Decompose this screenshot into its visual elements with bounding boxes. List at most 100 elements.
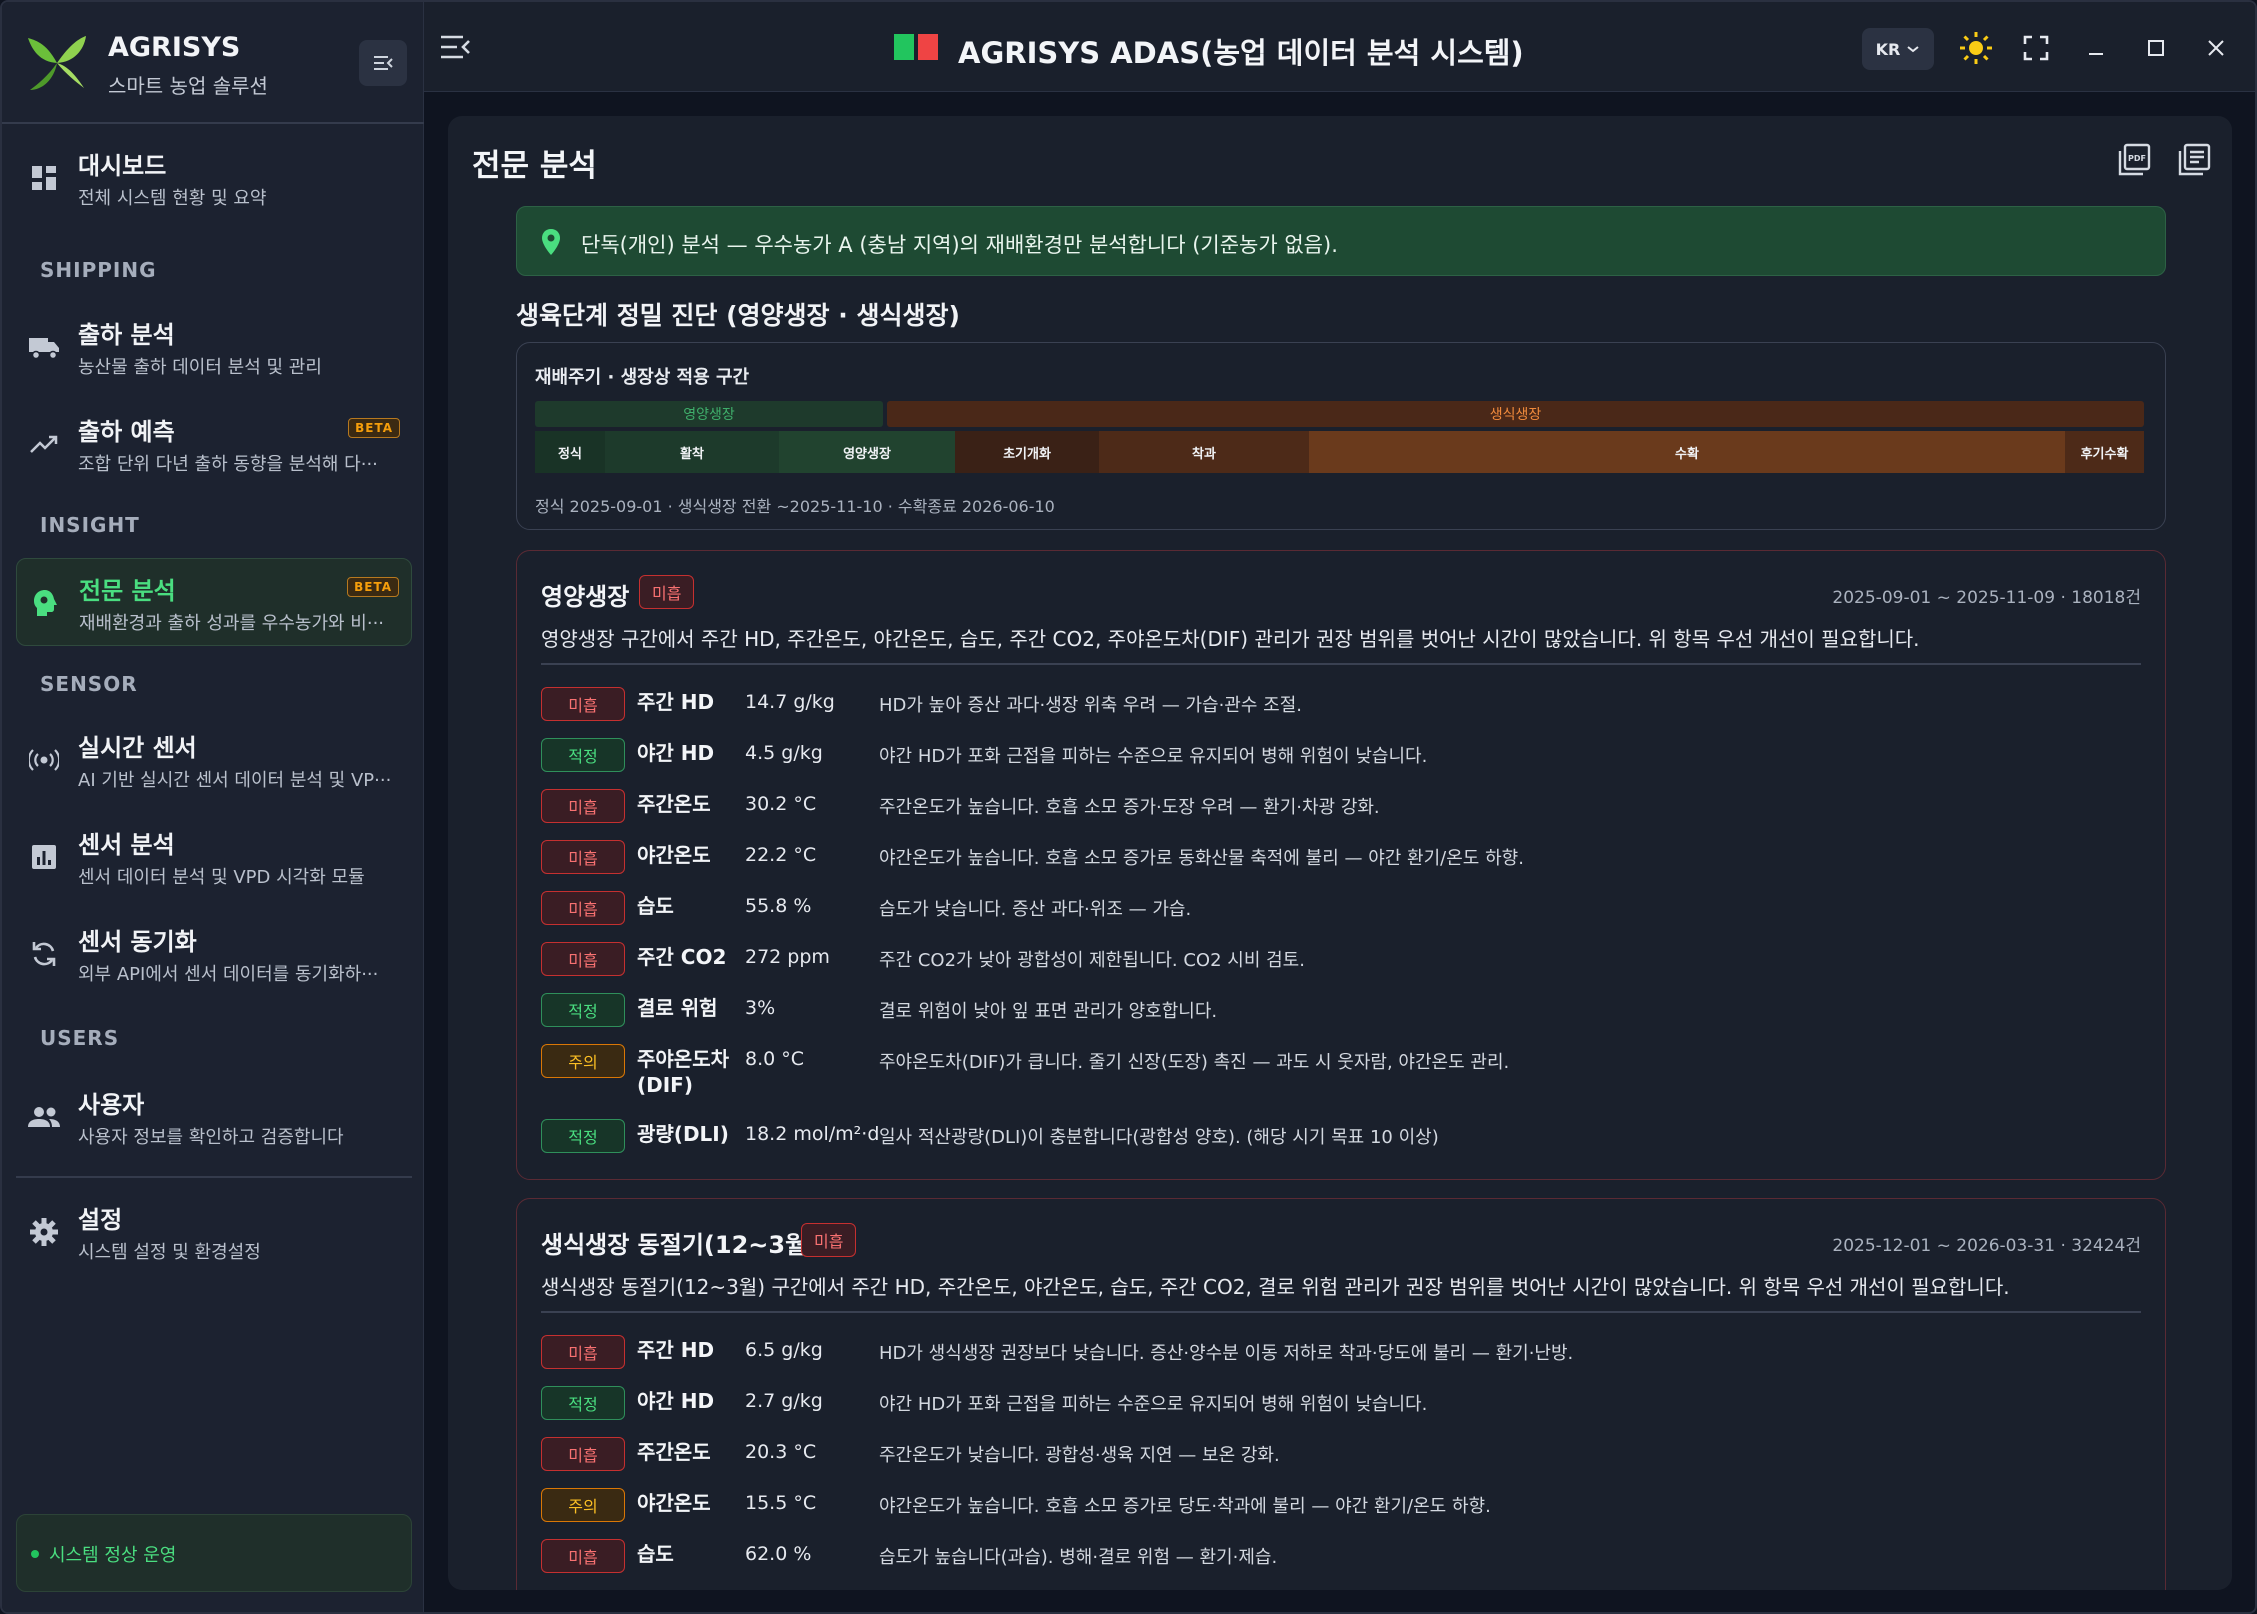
metric-name: 주간온도: [637, 792, 711, 816]
section-label-sensor: SENSOR: [40, 672, 138, 696]
gear-icon: [28, 1216, 60, 1248]
export-pdf-button[interactable]: PDF: [2114, 140, 2154, 180]
sidebar-item-sensor-sync[interactable]: 센서 동기화 외부 API에서 센서 데이터를 동기화하···: [16, 910, 412, 998]
users-icon: [28, 1101, 60, 1133]
collapse-sidebar-button[interactable]: [359, 40, 407, 86]
card-divider: [541, 663, 2141, 665]
metric-name: 습도: [637, 894, 674, 918]
beta-badge: BETA: [348, 418, 400, 438]
sidebar-item-users[interactable]: 사용자 사용자 정보를 확인하고 검증합니다: [16, 1073, 412, 1161]
metric-status-badge: 미흡: [541, 942, 625, 976]
metric-status-badge: 미흡: [541, 687, 625, 721]
sidebar-item-shipping-analysis[interactable]: 출하 분석 농산물 출하 데이터 분석 및 관리: [16, 303, 412, 391]
card-summary: 생식생장 동절기(12~3월) 구간에서 주간 HD, 주간온도, 야간온도, …: [541, 1275, 2010, 1299]
card-title: 영양생장: [541, 583, 630, 611]
sidebar-item-expert-analysis[interactable]: 전문 분석 BETA 재배환경과 출하 성과를 우수농가와 비···: [16, 558, 412, 646]
sidebar-item-subtitle: 재배환경과 출하 성과를 우수농가와 비···: [79, 613, 385, 634]
sidebar-item-title: 센서 동기화: [78, 928, 197, 956]
metric-status-badge: 미흡: [541, 840, 625, 874]
metric-value: 6.5 g/kg: [745, 1339, 823, 1361]
close-button[interactable]: [2196, 28, 2236, 68]
trending-up-icon: [28, 428, 60, 460]
metric-description: 야간온도가 높습니다. 호흡 소모 증가로 동화산물 축적에 불리 — 야간 환…: [879, 848, 1524, 869]
metric-value: 8.0 °C: [745, 1048, 805, 1070]
stage-vegetative: 영양생장: [779, 431, 955, 473]
close-icon: [2208, 40, 2224, 56]
cycle-dates: 정식 2025-09-01 · 생식생장 전환 ~2025-11-10 · 수확…: [535, 497, 1055, 516]
metric-name: 야간 HD: [637, 1389, 715, 1413]
sidebar-item-shipping-forecast[interactable]: 출하 예측 BETA 조합 단위 다년 출하 동향을 분석해 다···: [16, 400, 412, 488]
sidebar-item-subtitle: 시스템 설정 및 환경설정: [78, 1242, 261, 1263]
main-content: 전문 분석 PDF 단독(개인) 분석 — 우수농가 A (충남 지역)의 재배…: [448, 116, 2232, 1590]
metric-value: 30.2 °C: [745, 793, 817, 815]
metric-description: 주야온도차(DIF)가 큽니다. 줄기 신장(도장) 촉진 — 과도 시 웃자람…: [879, 1052, 1510, 1073]
section-label-shipping: SHIPPING: [40, 258, 157, 282]
metric-value: 20.3 °C: [745, 1441, 817, 1463]
sidebar-item-realtime-sensor[interactable]: 실시간 센서 AI 기반 실시간 센서 데이터 분석 및 VP···: [16, 716, 412, 804]
app-window: AGRISYS 스마트 농업 솔루션 대시보드 전체 시스템 현황 및 요약 S…: [0, 0, 2257, 1614]
sidebar-item-subtitle: 조합 단위 다년 출하 동향을 분석해 다···: [78, 454, 378, 475]
maximize-button[interactable]: [2136, 28, 2176, 68]
phase-row: 영양생장 생식생장: [535, 401, 2144, 427]
card-divider: [541, 1311, 2141, 1313]
analysis-mode-alert: 단독(개인) 분석 — 우수농가 A (충남 지역)의 재배환경만 분석합니다 …: [516, 206, 2166, 276]
theme-toggle-button[interactable]: [1956, 28, 1996, 68]
sidebar-item-title: 설정: [78, 1206, 123, 1234]
metric-status-badge: 주의: [541, 1044, 625, 1078]
metric-name: 야간 HD: [637, 741, 715, 765]
sidebar-item-title: 사용자: [78, 1091, 145, 1119]
system-status-box: 시스템 정상 운영: [16, 1514, 412, 1592]
metric-name: 결로 위험: [637, 996, 718, 1020]
sidebar-item-settings[interactable]: 설정 시스템 설정 및 환경설정: [16, 1188, 412, 1276]
metric-name: 야간온도: [637, 1491, 711, 1515]
metric-status-badge: 미흡: [541, 1539, 625, 1573]
metric-value: 22.2 °C: [745, 844, 817, 866]
language-label: KR: [1875, 39, 1901, 59]
metric-description: 습도가 높습니다(과습). 병해·결로 위험 — 환기·제습.: [879, 1547, 1278, 1568]
minimize-button[interactable]: [2076, 28, 2116, 68]
metric-name: 주간온도: [637, 1440, 711, 1464]
metric-value: 18.2 mol/m²·d: [745, 1123, 880, 1145]
metric-value: 4.5 g/kg: [745, 742, 823, 764]
card-meta: 2025-12-01 ~ 2026-03-31 · 32424건: [1832, 1236, 2141, 1256]
menu-toggle-icon[interactable]: [438, 30, 472, 64]
metric-description: 야간 HD가 포화 근접을 피하는 수준으로 유지되어 병해 위험이 낮습니다.: [879, 746, 1428, 767]
page-title: 전문 분석: [472, 148, 597, 184]
stage-harvest: 수확: [1309, 431, 2065, 473]
metric-status-badge: 미흡: [541, 1437, 625, 1471]
beta-badge: BETA: [347, 577, 399, 597]
app-title: AGRISYS ADAS(농업 데이터 분석 시스템): [958, 36, 1524, 70]
sidebar-item-title: 출하 분석: [78, 321, 175, 349]
sidebar-item-sensor-analysis[interactable]: 센서 분석 센서 데이터 분석 및 VPD 시각화 모듈: [16, 813, 412, 901]
report-list-button[interactable]: [2174, 140, 2214, 180]
metric-name: 습도: [637, 1542, 674, 1566]
metric-description: 야간온도가 높습니다. 호흡 소모 증가로 당도·착과에 불리 — 야간 환기/…: [879, 1496, 1491, 1517]
metric-status-badge: 적정: [541, 993, 625, 1027]
alert-text: 단독(개인) 분석 — 우수농가 A (충남 지역)의 재배환경만 분석합니다 …: [581, 233, 1338, 257]
sidebar-item-title: 센서 분석: [78, 831, 175, 859]
truck-icon: [28, 331, 60, 363]
leaf-logo-icon: [28, 36, 86, 90]
metric-description: 야간 HD가 포화 근접을 피하는 수준으로 유지되어 병해 위험이 낮습니다.: [879, 1394, 1428, 1415]
metric-value: 2.7 g/kg: [745, 1390, 823, 1412]
sidebar-item-dashboard[interactable]: 대시보드 전체 시스템 현황 및 요약: [16, 134, 412, 222]
language-select[interactable]: KR: [1862, 28, 1934, 70]
chevron-down-icon: [1907, 46, 1919, 53]
stage-card-vegetative: 영양생장 미흡 2025-09-01 ~ 2025-11-09 · 18018건…: [516, 550, 2166, 1180]
metric-status-badge: 미흡: [541, 891, 625, 925]
stage-card-reproductive-winter: 생식생장 동절기(12~3월) 미흡 2025-12-01 ~ 2026-03-…: [516, 1198, 2166, 1590]
metric-name: 주야온도차 (DIF): [637, 1047, 729, 1097]
sun-icon: [1960, 32, 1992, 64]
metric-description: 주간온도가 낮습니다. 광합성·생육 지연 — 보온 강화.: [879, 1445, 1280, 1466]
stage-early-flowering: 초기개화: [955, 431, 1099, 473]
section-label-insight: INSIGHT: [40, 513, 140, 537]
sidebar-item-subtitle: 전체 시스템 현황 및 요약: [78, 188, 267, 209]
fullscreen-button[interactable]: [2016, 28, 2056, 68]
sidebar-item-title: 실시간 센서: [78, 734, 197, 762]
metric-name: 광량(DLI): [637, 1122, 729, 1146]
brain-head-icon: [29, 587, 61, 619]
metric-description: 주간 CO2가 낮아 광합성이 제한됩니다. CO2 시비 검토.: [879, 950, 1305, 971]
top-bar: AGRISYS ADAS(농업 데이터 분석 시스템) KR: [424, 2, 2255, 92]
metric-status-badge: 적정: [541, 1386, 625, 1420]
cycle-title: 재배주기 · 생장상 적용 구간: [535, 367, 750, 388]
